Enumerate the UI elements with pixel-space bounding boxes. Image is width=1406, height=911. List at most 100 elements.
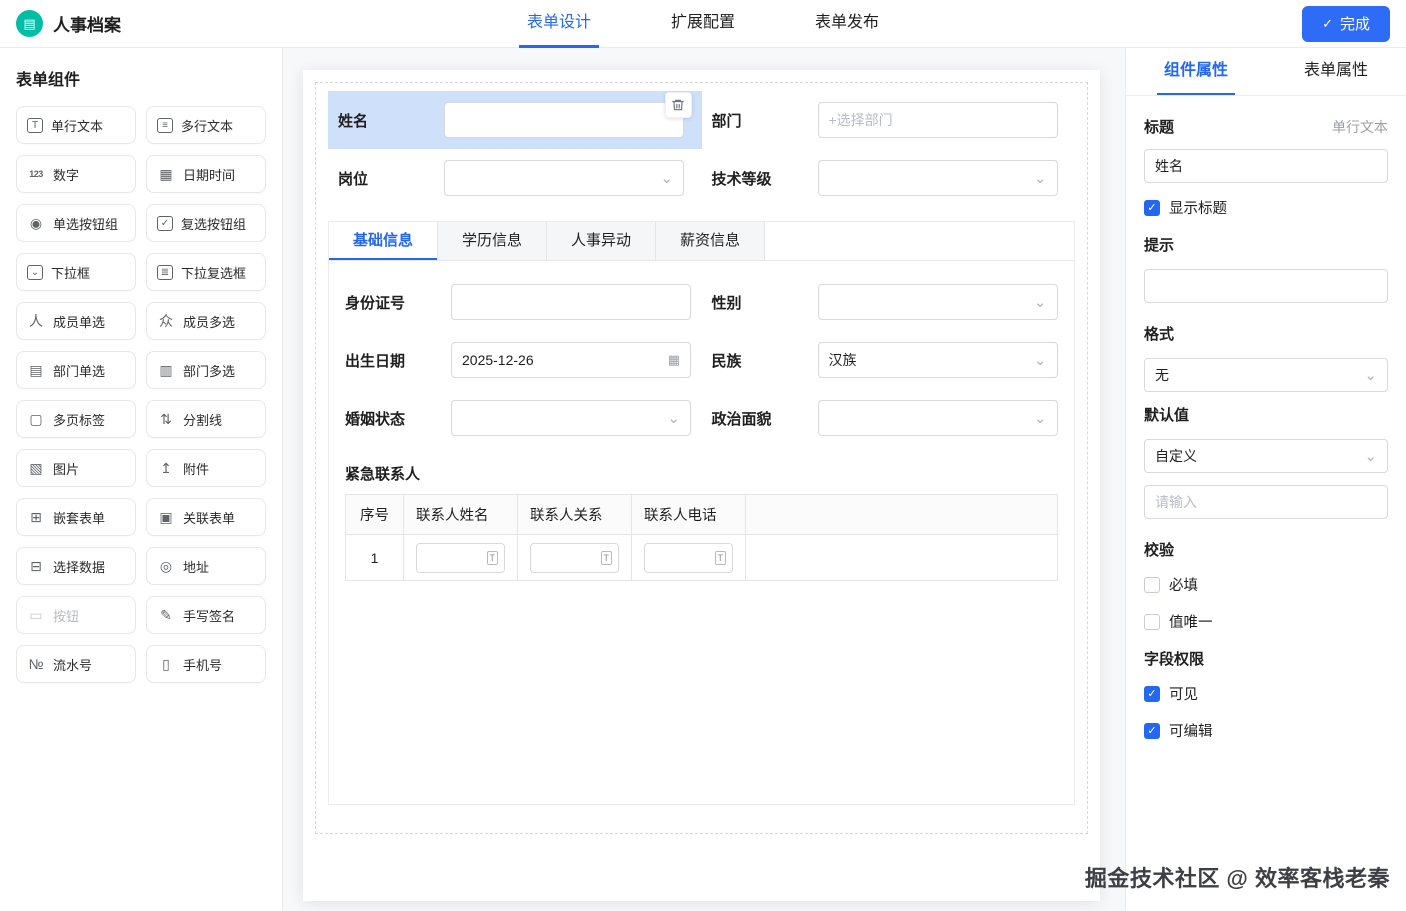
name-input[interactable] [444,102,684,138]
component-number[interactable]: 123 数字 [16,155,136,193]
component-multi-tab[interactable]: ▢ 多页标签 [16,400,136,438]
select-data-icon: ⊟ [30,558,42,574]
position-select[interactable]: ⌄ [444,160,684,196]
text-field-icon: T [600,550,612,565]
component-member-single[interactable]: 人成员单选 [16,302,136,340]
id-number-input[interactable] [451,284,691,320]
component-datetime[interactable]: ▦ 日期时间 [146,155,266,193]
column-header-contact-relation: 联系人关系 [517,494,632,535]
format-select[interactable]: 无 ⌄ [1144,358,1388,392]
multi-line-text-icon: ≡ [157,117,173,133]
tab-component-properties[interactable]: 组件属性 [1126,48,1266,95]
attachment-icon: ↥ [160,460,172,476]
field-political-status-label: 政治面貌 [711,410,772,428]
checkbox-unchecked-icon: ✓ [1144,613,1160,630]
show-title-checkbox[interactable]: ✓ 显示标题 [1144,197,1388,218]
contact-phone-input[interactable]: T [644,542,733,573]
editable-checkbox[interactable]: ✓ 可编辑 [1144,720,1388,741]
component-multi-line-text[interactable]: ≡ 多行文本 [146,106,266,144]
component-checkbox-group[interactable]: ✓ 复选按钮组 [146,204,266,242]
linked-form-icon: ▣ [159,509,173,525]
component-dropdown-multi[interactable]: ≣ 下拉复选框 [146,253,266,291]
table-row: 1 T T T [345,534,1058,581]
contact-name-input[interactable]: T [416,542,505,573]
field-tech-level[interactable]: 技术等级 ⌄ [702,149,1076,207]
birth-date-input[interactable]: 2025-12-26 ▦ [451,342,691,378]
field-id-number-label: 身份证号 [345,294,406,312]
hint-input[interactable] [1144,269,1388,303]
marital-status-select[interactable]: ⌄ [451,400,691,436]
delete-field-button[interactable] [664,92,692,118]
page-tab-salary-info[interactable]: 薪资信息 [656,222,766,260]
tech-level-select[interactable]: ⌄ [817,160,1058,196]
component-linked-form[interactable]: ▣ 关联表单 [146,498,266,536]
component-signature[interactable]: ✎ 手写签名 [146,596,266,634]
visible-checkbox[interactable]: ✓ 可见 [1144,683,1388,704]
default-value-input[interactable] [1144,485,1388,519]
calendar-icon: ▦ [667,352,680,367]
tab-extended-config[interactable]: 扩展配置 [663,0,743,48]
component-attachment[interactable]: ↥ 附件 [146,449,266,487]
component-department-multi[interactable]: ▥ 部门多选 [146,351,266,389]
field-id-number[interactable]: 身份证号 [335,273,702,331]
component-department-single[interactable]: ▤ 部门单选 [16,351,136,389]
tab-form-design[interactable]: 表单设计 [518,0,599,48]
unique-value-checkbox[interactable]: ✓ 值唯一 [1144,611,1388,632]
component-member-multi[interactable]: 众成员多选 [146,302,266,340]
required-checkbox[interactable]: ✓ 必填 [1144,574,1388,595]
properties-panel: 组件属性 表单属性 标题 单行文本 ✓ 显示标题 提示 格式 无⌄ 默认值 自定… [1125,48,1406,911]
page-tab-education-info[interactable]: 学历信息 [438,222,548,260]
field-birth-date[interactable]: 出生日期 2025-12-26 ▦ [335,331,702,389]
field-department[interactable]: 部门 [702,91,1076,149]
component-dropdown[interactable]: ⌄ 下拉框 [16,253,136,291]
app-brand: ▤ 人事档案 [16,10,121,37]
validation-section-label: 校验 [1144,542,1175,559]
button-icon: ▭ [29,607,43,623]
checkbox-unchecked-icon: ✓ [1144,576,1160,593]
field-gender[interactable]: 性别 ⌄ [702,273,1069,331]
title-input[interactable] [1144,149,1388,183]
multi-tab-widget[interactable]: 基础信息 学历信息 人事异动 薪资信息 身份证号 性别 ⌄ 出生日期 2025-… [328,221,1075,805]
page-tab-basic-info[interactable]: 基础信息 [329,222,439,260]
phone-icon: ▯ [162,656,170,672]
gender-select[interactable]: ⌄ [817,284,1058,320]
ethnicity-select[interactable]: 汉族 ⌄ [817,342,1058,378]
department-picker[interactable] [817,102,1058,138]
component-radio-group[interactable]: ◉ 单选按钮组 [16,204,136,242]
contact-relation-input[interactable]: T [530,542,619,573]
checkbox-checked-icon: ✓ [1144,685,1160,702]
page-tab-panel: 身份证号 性别 ⌄ 出生日期 2025-12-26 ▦ 民族 汉族 ⌄ 婚姻状态… [329,261,1074,593]
checkbox-checked-icon: ✓ [1144,722,1160,739]
field-name[interactable]: 姓名 [328,91,702,149]
page-tab-hr-changes[interactable]: 人事异动 [547,222,657,260]
component-address[interactable]: ◎ 地址 [146,547,266,585]
address-icon: ◎ [159,558,173,574]
field-political-status[interactable]: 政治面貌 ⌄ [702,389,1069,447]
component-image[interactable]: ▧ 图片 [16,449,136,487]
component-single-line-text[interactable]: T 单行文本 [16,106,136,144]
tab-form-properties[interactable]: 表单属性 [1266,48,1406,95]
column-header-contact-phone: 联系人电话 [631,494,746,535]
component-divider[interactable]: ⇅ 分割线 [146,400,266,438]
number-icon: 123 [29,169,43,179]
political-status-select[interactable]: ⌄ [817,400,1058,436]
text-field-icon: T [486,550,498,565]
multi-tab-icon: ▢ [29,411,43,427]
component-phone[interactable]: ▯ 手机号 [146,645,266,683]
table-header-row: 序号 联系人姓名 联系人关系 联系人电话 [345,494,1058,535]
default-value-select[interactable]: 自定义 ⌄ [1144,439,1388,473]
component-type-label: 单行文本 [1332,118,1388,135]
tab-form-publish[interactable]: 表单发布 [807,0,887,48]
component-select-data[interactable]: ⊟ 选择数据 [16,547,136,585]
row-index-cell: 1 [345,534,404,581]
field-marital-status[interactable]: 婚姻状态 ⌄ [335,389,702,447]
form-row: 姓名 部门 [328,91,1075,149]
finish-button[interactable]: ✓ 完成 [1302,5,1390,42]
field-position[interactable]: 岗位 ⌄ [328,149,702,207]
component-serial-number[interactable]: № 流水号 [16,645,136,683]
form-design-zone[interactable]: 姓名 部门 岗位 ⌄ [315,82,1088,834]
field-ethnicity[interactable]: 民族 汉族 ⌄ [702,331,1069,389]
component-nested-form[interactable]: ⊞ 嵌套表单 [16,498,136,536]
properties-tab-bar: 组件属性 表单属性 [1126,48,1406,96]
department-single-icon: ▤ [29,362,43,378]
